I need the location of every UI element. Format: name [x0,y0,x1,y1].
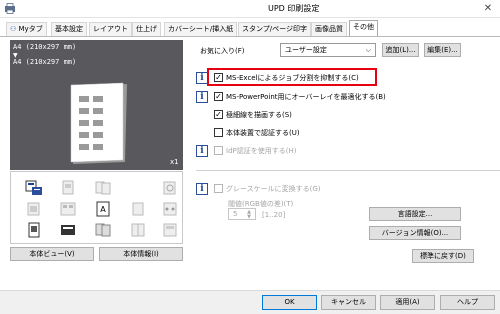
svg-text:A: A [100,205,106,214]
tab-stamp[interactable]: スタンプ/ページ印字 [238,22,312,36]
device-auth-checkbox[interactable] [214,128,223,137]
info-icon[interactable]: i [196,183,208,195]
edit-favorite-button[interactable]: 編集(E)... [424,43,461,57]
info-icon[interactable]: i [196,145,208,157]
booklet-icon [131,223,145,237]
divider [196,170,500,171]
threshold-value: 5 [233,210,238,218]
copy-pages-icon [95,181,111,195]
dialog-button-bar: OK キャンセル 適用(A) ヘルプ [0,290,500,314]
favorites-label: お気に入り(F) [200,47,245,55]
paper-icon [132,202,144,216]
help-button[interactable]: ヘルプ [440,295,495,310]
tab-finishing[interactable]: 仕上げ [132,22,161,36]
idp-auth-checkbox[interactable] [214,146,223,155]
printer-output-icon [25,180,42,195]
window-title: UPD 印刷設定 [268,4,320,13]
device-options-panel: A [10,171,183,244]
tab-image-quality[interactable]: 画像品質 [311,22,347,36]
spinner-icon: ▲ ▼ [247,209,251,220]
printer-info-button[interactable]: 本体情報(I) [99,247,183,261]
favorites-selected-value: ユーザー設定 [285,46,327,54]
language-settings-button[interactable]: 言語設定... [369,207,461,221]
cover-icon [163,223,177,237]
grayscale-checkbox[interactable] [214,184,223,193]
highlight-box [207,68,377,86]
add-favorite-button[interactable]: 追加(L)... [382,43,419,57]
threshold-range: [1..20] [262,211,286,219]
chevron-down-icon: ⌵ [365,46,371,54]
restore-defaults-button[interactable]: 標準に戻す(D) [412,249,474,263]
tab-divider [0,36,500,37]
printer-view-button[interactable]: 本体ビュー(V) [10,247,94,261]
ok-button[interactable]: OK [262,295,317,310]
tab-mytab[interactable]: ⚇ Myタブ [6,22,47,36]
powerpoint-overlay-label: MS-PowerPoint用にオーバーレイを最適化する(B) [226,93,386,101]
version-info-button[interactable]: バージョン情報(O)... [369,226,461,240]
stack-icon [27,202,40,216]
printer-app-icon [5,3,15,14]
favorites-select[interactable]: ユーザー設定 ⌵ [280,43,376,57]
copies-count: x1 [170,158,179,166]
tab-basic[interactable]: 基本設定 [51,22,87,36]
thin-line-label: 極細線を描画する(S) [226,111,292,119]
page-preview-icon [70,82,127,164]
tray-icon [62,180,74,195]
punch-icon [163,202,177,216]
tab-cover-sheet[interactable]: カバーシート/挿入紙 [164,22,238,36]
info-icon[interactable]: i [196,91,208,103]
user-icon: ⚇ [10,25,17,33]
preview-original-size: A4 (210x297 mm) [13,43,77,51]
grayscale-label: グレースケールに変換する(G) [226,185,321,193]
page-layout-icon [60,202,76,216]
threshold-spinbox[interactable]: 5 ▲ ▼ [228,208,256,220]
tab-label: Myタブ [18,25,43,33]
preview-output-size: A4 (210x297 mm) [13,58,77,66]
thin-line-checkbox[interactable]: ✓ [214,110,223,119]
finisher-icon [61,225,75,235]
powerpoint-overlay-checkbox[interactable]: ✓ [214,92,223,101]
print-preview: A4 (210x297 mm) ▼ A4 (210x297 mm) x1 [10,40,183,170]
device-auth-label: 本体装置で認証する(U) [226,129,300,137]
sort-icon [95,223,111,237]
apply-button[interactable]: 適用(A) [380,295,435,310]
title-bar: UPD 印刷設定 ✕ [0,0,500,18]
close-icon[interactable]: ✕ [478,1,498,16]
text-page-icon: A [96,201,110,217]
idp-auth-label: IdP認証を使用する(H) [226,147,297,155]
cancel-button[interactable]: キャンセル [321,295,376,310]
document-icon [28,222,40,238]
tab-layout[interactable]: レイアウト [89,22,132,36]
tab-other[interactable]: その他 [349,20,378,37]
staple-icon [163,181,176,195]
